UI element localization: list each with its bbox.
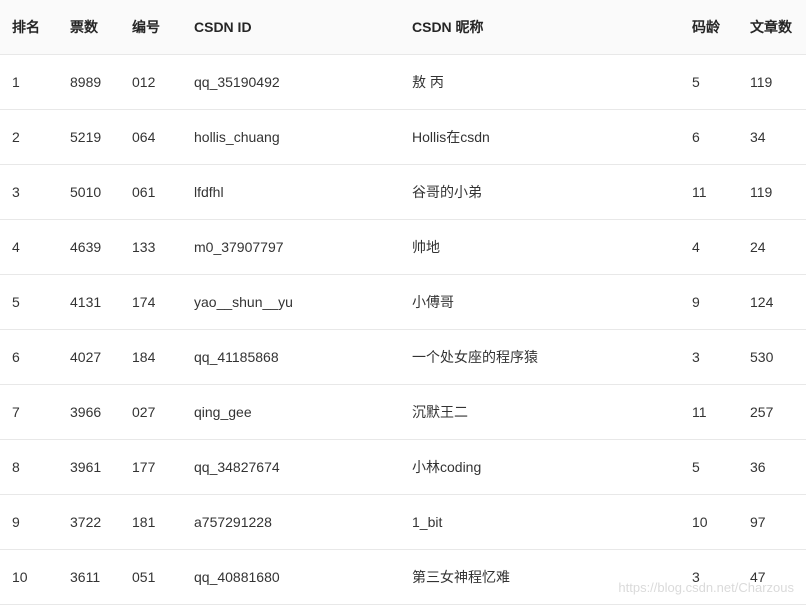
table-body: 18989012qq_35190492敖 丙511925219064hollis… <box>0 54 806 604</box>
cell-rank: 4 <box>0 219 58 274</box>
cell-nickname: 沉默王二 <box>400 384 680 439</box>
ranking-table-container: 排名 票数 编号 CSDN ID CSDN 昵称 码龄 文章数 18989012… <box>0 0 806 605</box>
table-header: 排名 票数 编号 CSDN ID CSDN 昵称 码龄 文章数 <box>0 0 806 54</box>
cell-rank: 10 <box>0 549 58 604</box>
cell-num: 012 <box>120 54 182 109</box>
table-row: 103611051qq_40881680第三女神程忆难347 <box>0 549 806 604</box>
col-articles[interactable]: 文章数 <box>738 0 806 54</box>
cell-csdn_id: a757291228 <box>182 494 400 549</box>
cell-num: 133 <box>120 219 182 274</box>
cell-articles: 257 <box>738 384 806 439</box>
cell-num: 051 <box>120 549 182 604</box>
col-rank[interactable]: 排名 <box>0 0 58 54</box>
cell-articles: 47 <box>738 549 806 604</box>
cell-votes: 8989 <box>58 54 120 109</box>
cell-num: 174 <box>120 274 182 329</box>
ranking-table: 排名 票数 编号 CSDN ID CSDN 昵称 码龄 文章数 18989012… <box>0 0 806 605</box>
cell-votes: 4131 <box>58 274 120 329</box>
cell-csdn_id: hollis_chuang <box>182 109 400 164</box>
table-row: 54131174yao__shun__yu小傅哥9124 <box>0 274 806 329</box>
cell-votes: 5010 <box>58 164 120 219</box>
cell-votes: 5219 <box>58 109 120 164</box>
cell-nickname: 敖 丙 <box>400 54 680 109</box>
cell-csdn_id: qq_40881680 <box>182 549 400 604</box>
cell-nickname: 一个处女座的程序猿 <box>400 329 680 384</box>
col-nickname[interactable]: CSDN 昵称 <box>400 0 680 54</box>
cell-rank: 5 <box>0 274 58 329</box>
cell-csdn_id: qing_gee <box>182 384 400 439</box>
cell-num: 027 <box>120 384 182 439</box>
cell-votes: 3722 <box>58 494 120 549</box>
cell-age: 10 <box>680 494 738 549</box>
cell-rank: 3 <box>0 164 58 219</box>
cell-csdn_id: qq_41185868 <box>182 329 400 384</box>
cell-articles: 124 <box>738 274 806 329</box>
cell-rank: 6 <box>0 329 58 384</box>
table-row: 44639133m0_37907797帅地424 <box>0 219 806 274</box>
cell-csdn_id: qq_35190492 <box>182 54 400 109</box>
col-num[interactable]: 编号 <box>120 0 182 54</box>
col-age[interactable]: 码龄 <box>680 0 738 54</box>
cell-age: 3 <box>680 329 738 384</box>
table-row: 18989012qq_35190492敖 丙5119 <box>0 54 806 109</box>
cell-votes: 3966 <box>58 384 120 439</box>
cell-age: 11 <box>680 164 738 219</box>
cell-rank: 7 <box>0 384 58 439</box>
cell-age: 3 <box>680 549 738 604</box>
cell-nickname: Hollis在csdn <box>400 109 680 164</box>
cell-csdn_id: qq_34827674 <box>182 439 400 494</box>
table-row: 35010061lfdfhl谷哥的小弟11119 <box>0 164 806 219</box>
cell-articles: 24 <box>738 219 806 274</box>
cell-articles: 119 <box>738 54 806 109</box>
cell-csdn_id: m0_37907797 <box>182 219 400 274</box>
cell-nickname: 帅地 <box>400 219 680 274</box>
cell-articles: 119 <box>738 164 806 219</box>
cell-articles: 530 <box>738 329 806 384</box>
cell-nickname: 1_bit <box>400 494 680 549</box>
cell-rank: 8 <box>0 439 58 494</box>
cell-nickname: 第三女神程忆难 <box>400 549 680 604</box>
cell-articles: 36 <box>738 439 806 494</box>
cell-nickname: 小林coding <box>400 439 680 494</box>
table-row: 25219064hollis_chuangHollis在csdn634 <box>0 109 806 164</box>
cell-articles: 34 <box>738 109 806 164</box>
cell-age: 11 <box>680 384 738 439</box>
table-row: 73966027qing_gee沉默王二11257 <box>0 384 806 439</box>
cell-rank: 2 <box>0 109 58 164</box>
cell-age: 6 <box>680 109 738 164</box>
cell-nickname: 小傅哥 <box>400 274 680 329</box>
cell-rank: 1 <box>0 54 58 109</box>
cell-age: 5 <box>680 439 738 494</box>
table-row: 93722181a7572912281_bit1097 <box>0 494 806 549</box>
cell-votes: 3961 <box>58 439 120 494</box>
cell-num: 061 <box>120 164 182 219</box>
cell-num: 177 <box>120 439 182 494</box>
cell-age: 4 <box>680 219 738 274</box>
cell-csdn_id: lfdfhl <box>182 164 400 219</box>
cell-age: 5 <box>680 54 738 109</box>
cell-num: 181 <box>120 494 182 549</box>
cell-votes: 3611 <box>58 549 120 604</box>
cell-votes: 4639 <box>58 219 120 274</box>
cell-votes: 4027 <box>58 329 120 384</box>
cell-articles: 97 <box>738 494 806 549</box>
cell-csdn_id: yao__shun__yu <box>182 274 400 329</box>
cell-num: 184 <box>120 329 182 384</box>
cell-age: 9 <box>680 274 738 329</box>
col-votes[interactable]: 票数 <box>58 0 120 54</box>
table-row: 83961177qq_34827674小林coding536 <box>0 439 806 494</box>
cell-num: 064 <box>120 109 182 164</box>
col-csdn-id[interactable]: CSDN ID <box>182 0 400 54</box>
cell-nickname: 谷哥的小弟 <box>400 164 680 219</box>
table-row: 64027184qq_41185868一个处女座的程序猿3530 <box>0 329 806 384</box>
cell-rank: 9 <box>0 494 58 549</box>
